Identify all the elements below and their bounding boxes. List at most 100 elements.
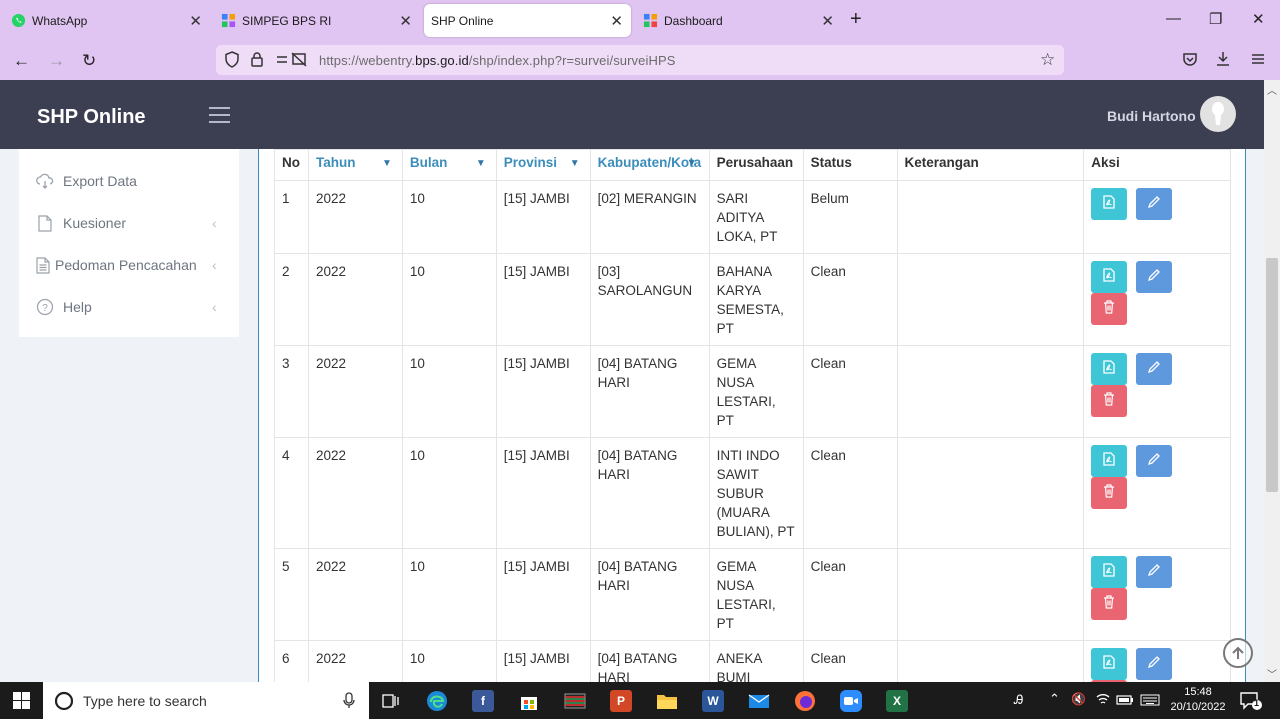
new-tab-button[interactable]: + — [850, 8, 862, 31]
col-header-kabupaten[interactable]: Kabupaten/Kota ▼ — [589, 149, 710, 181]
battery-icon[interactable] — [1116, 693, 1134, 711]
cell-bulan: 10 — [401, 180, 497, 254]
menu-icon[interactable] — [1250, 51, 1266, 72]
search-placeholder: Type here to search — [83, 692, 207, 709]
back-arrow-icon[interactable]: ← — [13, 51, 30, 71]
trash-icon — [1103, 594, 1115, 614]
tab-dashboard[interactable]: Dashboard ✕ — [636, 4, 842, 37]
document-icon — [35, 255, 51, 275]
delete-button[interactable] — [1091, 477, 1128, 509]
trash-icon — [1103, 299, 1115, 319]
user-profile-tray-icon[interactable]: Ꭿ — [1014, 692, 1023, 708]
pdf-button[interactable] — [1091, 261, 1128, 293]
cell-provinsi: [15] JAMBI — [495, 253, 591, 346]
tab-whatsapp[interactable]: WhatsApp ✕ — [4, 4, 210, 37]
facebook-icon[interactable]: f — [472, 690, 494, 712]
scrollbar-thumb[interactable] — [1266, 258, 1278, 492]
reload-icon[interactable]: ↻ — [82, 51, 96, 71]
volume-muted-icon[interactable]: 🔇 — [1071, 692, 1086, 706]
task-view-icon[interactable] — [380, 690, 402, 712]
system-clock[interactable]: 15:48 20/10/2022 — [1168, 685, 1228, 715]
minimize-icon[interactable]: — — [1166, 10, 1181, 27]
chevron-up-icon[interactable]: ⌃ — [1049, 691, 1060, 707]
pdf-button[interactable] — [1091, 353, 1128, 385]
downloads-icon[interactable] — [1215, 51, 1231, 72]
windows-start-icon[interactable] — [13, 692, 30, 714]
file-icon — [35, 213, 55, 233]
hamburger-menu-icon[interactable] — [209, 107, 230, 128]
edit-button[interactable] — [1136, 556, 1173, 588]
bookmark-star-icon[interactable]: ☆ — [1040, 50, 1055, 70]
window-close-icon[interactable]: ✕ — [1252, 10, 1265, 28]
cell-status: Clean — [802, 345, 898, 438]
edit-button[interactable] — [1136, 353, 1173, 385]
firefox-icon[interactable] — [794, 690, 816, 712]
close-tab-icon[interactable]: ✕ — [821, 12, 834, 30]
scroll-up-icon[interactable]: ︿ — [1267, 82, 1277, 97]
pdf-icon — [1102, 194, 1116, 214]
tab-simpeg[interactable]: SIMPEG BPS RI ✕ — [214, 4, 420, 37]
lock-icon[interactable] — [250, 51, 264, 73]
delete-button[interactable] — [1091, 588, 1128, 620]
store-icon[interactable] — [518, 690, 540, 712]
col-header-no: No — [274, 149, 309, 181]
notifications-icon[interactable]: 1 — [1240, 691, 1262, 716]
maximize-icon[interactable]: ❐ — [1209, 10, 1222, 28]
pdf-button[interactable] — [1091, 556, 1128, 588]
pdf-button[interactable] — [1091, 188, 1128, 220]
cell-aksi — [1083, 345, 1231, 438]
col-header-tahun[interactable]: Tahun ▼ — [307, 149, 403, 181]
cell-kabupaten: [04] BATANG HARI — [589, 548, 710, 641]
powerpoint-icon[interactable]: P — [610, 690, 632, 712]
close-tab-icon[interactable]: ✕ — [610, 12, 623, 30]
sidebar-item-export-data[interactable]: Export Data — [35, 170, 137, 192]
forward-arrow-icon[interactable]: → — [48, 51, 65, 71]
shield-icon[interactable] — [224, 51, 240, 73]
col-header-bulan[interactable]: Bulan ▼ — [401, 149, 497, 181]
close-tab-icon[interactable]: ✕ — [189, 12, 202, 30]
sidebar-item-help[interactable]: ? Help ‹ — [35, 296, 239, 318]
col-header-provinsi[interactable]: Provinsi ▼ — [495, 149, 591, 181]
delete-button[interactable] — [1091, 385, 1128, 417]
taskbar-search-box[interactable]: Type here to search — [43, 682, 369, 719]
pocket-icon[interactable] — [1182, 51, 1198, 72]
address-bar[interactable]: https://webentry.bps.go.id/shp/index.php… — [216, 45, 1064, 75]
excel-icon[interactable]: X — [886, 690, 908, 712]
scroll-down-icon[interactable]: ﹀ — [1267, 666, 1277, 681]
edge-icon[interactable] — [426, 690, 448, 712]
file-explorer-icon[interactable] — [656, 690, 678, 712]
word-icon[interactable]: W — [702, 690, 724, 712]
edit-button[interactable] — [1136, 261, 1173, 293]
wifi-icon[interactable] — [1096, 692, 1110, 711]
brand-logo[interactable]: SHP Online — [37, 106, 146, 129]
cell-no: 4 — [274, 437, 309, 549]
sidebar-item-kuesioner[interactable]: Kuesioner ‹ — [35, 212, 239, 234]
edit-button[interactable] — [1136, 648, 1173, 680]
microphone-icon[interactable] — [343, 692, 355, 714]
delete-button[interactable] — [1091, 293, 1128, 325]
cell-perusahaan: ANEKA BUMI PRATAMA, PT — [708, 640, 804, 682]
edit-button[interactable] — [1136, 445, 1173, 477]
sidebar-item-pedoman-pencacahan[interactable]: Pedoman Pencacahan ‹ — [35, 254, 239, 276]
tab-shp-online[interactable]: SHP Online ✕ — [424, 4, 631, 37]
close-tab-icon[interactable]: ✕ — [399, 12, 412, 30]
table-header-row: No Tahun ▼ Bulan ▼ Provinsi ▼ Kabupaten/Kot… — [274, 149, 1231, 181]
sort-down-icon: ▼ — [475, 158, 486, 169]
keyboard-icon[interactable] — [1140, 693, 1160, 711]
clock-time: 15:48 — [1184, 686, 1212, 698]
cell-aksi — [1083, 640, 1231, 682]
pdf-button[interactable] — [1091, 445, 1128, 477]
avatar[interactable] — [1200, 96, 1236, 132]
mail-icon[interactable] — [748, 690, 770, 712]
app-flag-icon[interactable] — [564, 690, 586, 712]
edit-button[interactable] — [1136, 188, 1173, 220]
pdf-button[interactable] — [1091, 648, 1128, 680]
user-name[interactable]: Budi Hartono — [1107, 108, 1196, 124]
zoom-icon[interactable] — [840, 690, 862, 712]
cell-keterangan — [896, 548, 1085, 641]
cell-keterangan — [896, 253, 1085, 346]
cell-keterangan — [896, 640, 1085, 682]
permissions-icon[interactable] — [275, 51, 309, 73]
back-to-top-button[interactable] — [1223, 638, 1253, 668]
url-text[interactable]: https://webentry.bps.go.id/shp/index.php… — [319, 53, 676, 68]
